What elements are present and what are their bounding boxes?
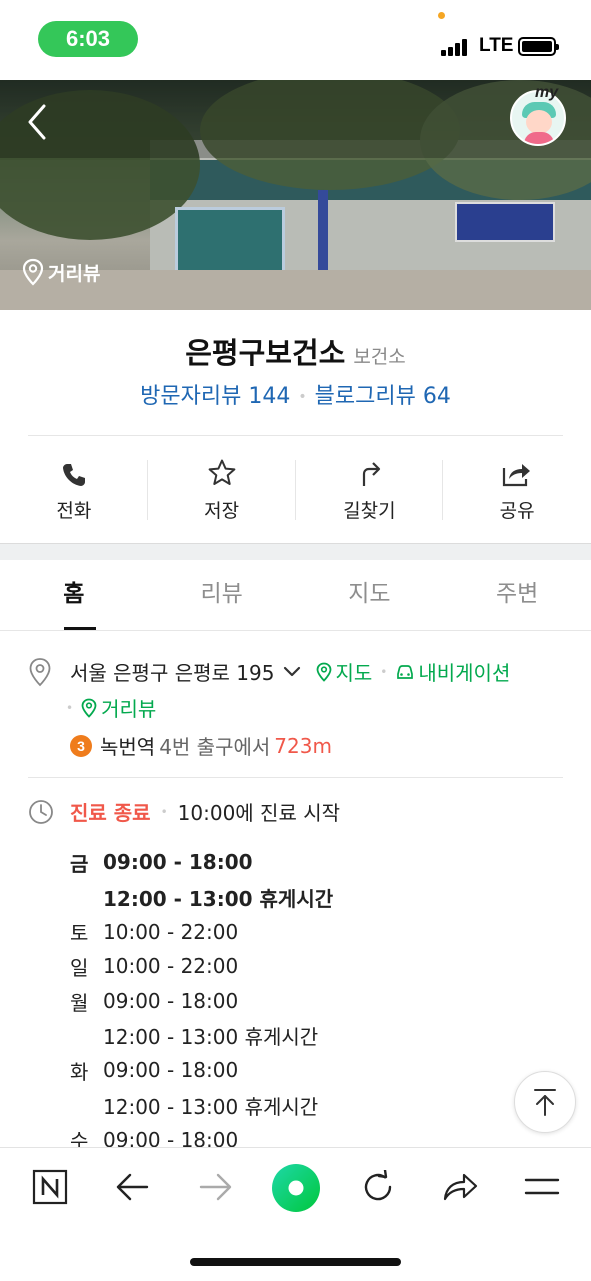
call-label: 전화 [56,500,92,522]
chevron-down-icon[interactable] [282,665,302,679]
hours-time: 09:00 - 18:00 [103,850,253,875]
clock-icon [28,799,54,829]
hours-time: 09:00 - 18:00 [103,989,239,1014]
location-pin-icon [22,258,44,286]
directions-icon [363,462,381,486]
share-arrow-icon[interactable] [440,1164,480,1210]
hours-time: 12:00 - 13:00 휴게시간 [103,1094,319,1119]
hours-row: 일 10:00 - 22:00 [70,949,333,984]
address-row: 서울 은평구 은평로 195 지도 • 내비게이션 [70,657,510,686]
back-chevron-icon[interactable] [22,102,52,142]
star-icon [208,459,236,485]
closed-status: 진료 종료 [70,801,151,825]
hours-row: 토 10:00 - 22:00 [70,914,333,949]
business-status[interactable]: 진료 종료 • 10:00에 진료 시작 [70,797,340,826]
hours-row: 화 09:00 - 18:00 [70,1053,333,1088]
tab-map[interactable]: 지도 [296,560,444,630]
directions-label: 길찾기 [343,500,396,522]
tab-bar: 홈 리뷰 지도 주변 [0,560,591,631]
street-view-link[interactable]: 거리뷰 [81,693,156,722]
hours-row: 금 09:00 - 18:00 [70,845,333,880]
hours-time: 12:00 - 13:00 휴게시간 [103,886,334,911]
subway-distance: 723m [274,733,332,758]
tab-nearby[interactable]: 주변 [443,560,591,630]
location-pin-icon [28,657,52,691]
hours-row: 12:00 - 13:00 휴게시간 [70,880,333,915]
car-icon [397,664,414,679]
address-text[interactable]: 서울 은평구 은평로 195 [70,657,274,686]
subway-exit: 4번 출구에서 [159,735,271,759]
signal-icon [441,38,473,56]
location-pin-icon [317,662,332,682]
street-view-link-label: 거리뷰 [101,697,157,721]
green-home-button-icon[interactable] [270,1162,322,1214]
street-view-label: 거리뷰 [48,262,101,285]
hours-time: 10:00 - 22:00 [103,954,239,979]
network-label: LTE [479,35,514,56]
hours-day: 일 [70,955,89,980]
phone-icon [62,464,85,486]
hours-day: 토 [70,921,89,946]
navigation-link[interactable]: 내비게이션 [395,657,510,686]
navigation-link-label: 내비게이션 [418,661,511,685]
hours-row: 월 09:00 - 18:00 [70,984,333,1019]
map-link[interactable]: 지도 [316,657,372,686]
avatar [526,110,552,134]
hours-row: 12:00 - 13:00 휴게시간 [70,1018,333,1053]
status-time: 6:03 [38,21,138,57]
refresh-icon[interactable] [358,1164,398,1210]
location-pin-icon [81,698,97,718]
scroll-to-top-button[interactable] [514,1071,576,1133]
divider [28,435,563,436]
privacy-indicator-dot [438,12,445,19]
share-icon [503,464,531,487]
place-title-area: 은평구보건소 보건소 [0,330,591,372]
hours-time: 12:00 - 13:00 휴게시간 [103,1025,319,1050]
hours-day: 금 [70,851,89,876]
section-gap [0,543,591,560]
arrow-up-icon [534,1089,556,1116]
tab-reviews[interactable]: 리뷰 [148,560,296,630]
subway-line-badge: 3 [70,734,92,757]
save-label: 저장 [204,500,240,522]
forward-arrow-icon[interactable] [196,1164,236,1210]
visitor-reviews-link[interactable]: 방문자리뷰 144 [140,384,290,409]
share-label: 공유 [499,500,535,522]
divider [28,777,563,778]
directions-button[interactable]: 길찾기 [296,450,444,530]
map-link-label: 지도 [335,661,373,685]
share-button[interactable]: 공유 [443,450,591,530]
hours-time: 09:00 - 18:00 [103,1058,239,1083]
menu-icon[interactable] [522,1164,562,1210]
subway-station: 녹번역 [100,735,156,759]
status-bar: 6:03 LTE [0,0,591,80]
tab-home[interactable]: 홈 [0,560,148,630]
hours-row: 12:00 - 13:00 휴게시간 [70,1088,333,1123]
hours-day: 월 [70,990,89,1015]
naver-home-icon[interactable] [30,1164,70,1210]
hours-time: 10:00 - 22:00 [103,919,239,944]
back-arrow-icon[interactable] [112,1164,152,1210]
hours-list: 금 09:00 - 18:00 12:00 - 13:00 휴게시간 토 10:00… [70,845,333,1157]
call-button[interactable]: 전화 [0,450,148,530]
home-indicator[interactable] [190,1258,401,1266]
hours-day: 화 [70,1059,89,1084]
review-counts: 방문자리뷰 144 • 블로그리뷰 64 [140,384,451,409]
place-name: 은평구보건소 [185,336,346,370]
action-bar: 전화 저장 길찾기 공유 [0,450,591,530]
my-label: my [535,84,559,101]
street-view-button[interactable]: 거리뷰 [22,258,100,286]
blog-reviews-link[interactable]: 블로그리뷰 64 [315,384,451,409]
next-open-text: 10:00에 진료 시작 [177,801,341,825]
address-row-2: • 거리뷰 [66,693,156,722]
place-category: 보건소 [353,346,406,368]
save-button[interactable]: 저장 [148,450,296,530]
battery-icon [518,37,559,56]
subway-info: 3 녹번역 4번 출구에서 723m [70,731,332,760]
